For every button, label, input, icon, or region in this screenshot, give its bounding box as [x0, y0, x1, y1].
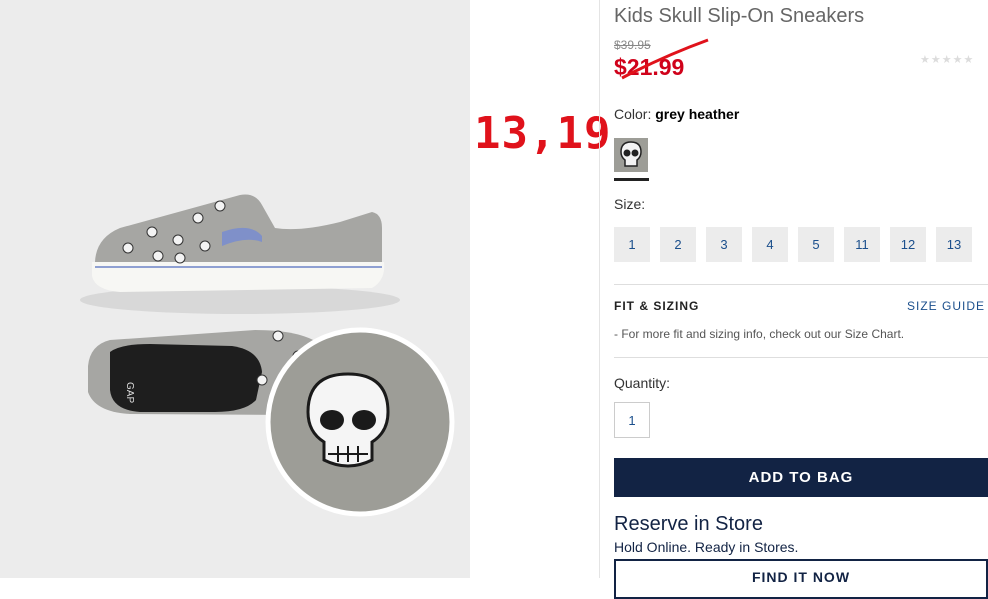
sneaker-illustration: GAP — [80, 194, 455, 517]
price-strike-mark — [621, 38, 709, 80]
reserve-subtitle: Hold Online. Ready in Stores. — [614, 539, 799, 555]
size-option-11[interactable]: 11 — [844, 227, 880, 262]
add-to-bag-button[interactable]: ADD TO BAG — [614, 458, 988, 497]
color-label: Color: — [614, 106, 652, 122]
size-guide-link[interactable]: SIZE GUIDE — [907, 299, 985, 313]
quantity-select[interactable]: 1 — [614, 402, 650, 438]
product-details: Kids Skull Slip-On Sneakers $39.95 $21.9… — [614, 0, 988, 599]
size-label: Size: — [614, 196, 646, 212]
column-divider — [599, 0, 600, 578]
fit-note: - For more fit and sizing info, check ou… — [614, 327, 905, 341]
size-option-4[interactable]: 4 — [752, 227, 788, 262]
product-image[interactable]: GAP — [0, 0, 470, 578]
svg-text:GAP: GAP — [124, 382, 135, 403]
skull-icon — [614, 138, 648, 172]
find-it-now-button[interactable]: FIND IT NOW — [614, 559, 988, 599]
color-value: grey heather — [655, 106, 740, 122]
divider — [614, 357, 988, 358]
size-options: 1 2 3 4 5 11 12 13 — [614, 227, 972, 262]
coordinate-annotation: 13,19 — [474, 108, 612, 159]
size-option-2[interactable]: 2 — [660, 227, 696, 262]
quantity-label: Quantity: — [614, 375, 671, 391]
size-option-3[interactable]: 3 — [706, 227, 742, 262]
color-row: Color: grey heather — [614, 106, 739, 122]
size-option-13[interactable]: 13 — [936, 227, 972, 262]
rating-stars[interactable]: ★★★★★ — [920, 53, 974, 66]
size-option-1[interactable]: 1 — [614, 227, 650, 262]
reserve-heading: Reserve in Store — [614, 513, 763, 535]
swatch-selected-indicator — [614, 178, 649, 181]
divider — [614, 284, 988, 285]
color-swatch[interactable] — [614, 138, 648, 172]
product-title: Kids Skull Slip-On Sneakers — [614, 5, 865, 27]
size-option-5[interactable]: 5 — [798, 227, 834, 262]
fit-sizing-heading[interactable]: FIT & SIZING — [614, 299, 699, 313]
size-option-12[interactable]: 12 — [890, 227, 926, 262]
